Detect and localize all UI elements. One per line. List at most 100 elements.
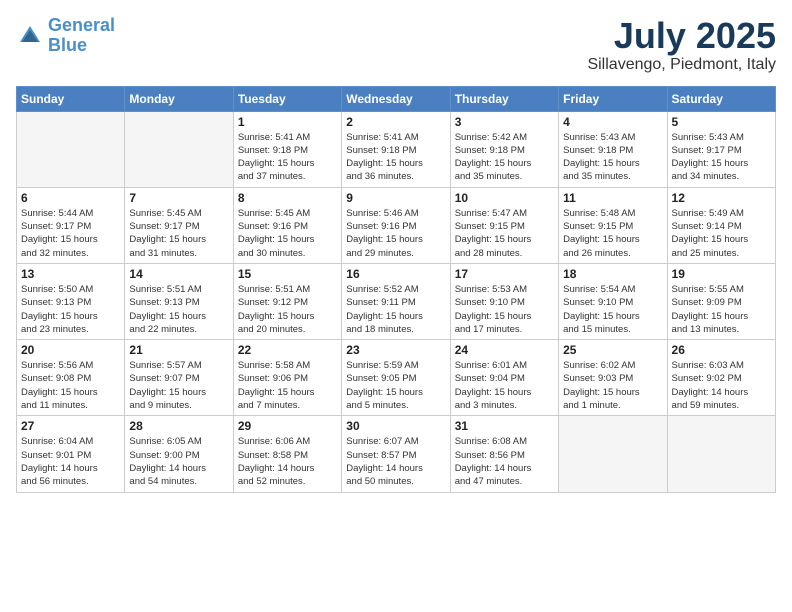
day-number: 27 (21, 419, 120, 433)
day-number: 11 (563, 191, 662, 205)
day-info: Sunrise: 5:47 AM Sunset: 9:15 PM Dayligh… (455, 207, 554, 260)
calendar-cell: 17Sunrise: 5:53 AM Sunset: 9:10 PM Dayli… (450, 263, 558, 339)
day-info: Sunrise: 5:51 AM Sunset: 9:12 PM Dayligh… (238, 283, 337, 336)
day-number: 1 (238, 115, 337, 129)
calendar-week-row: 13 Sunrise: 5:50 AM Sunset: 9:13 PM Dayli… (17, 263, 776, 339)
page: General Blue July 2025 Sillavengo, Piedm… (0, 0, 792, 509)
calendar-cell: 20 Sunrise: 5:56 AM Sunset: 9:08 PM Dayli… (17, 340, 125, 416)
day-number: 14 (129, 267, 228, 281)
calendar-cell: 5Sunrise: 5:43 AM Sunset: 9:17 PM Daylig… (667, 111, 775, 187)
day-info: Sunrise: 6:05 AM Sunset: 9:00 PM Dayligh… (129, 435, 228, 488)
title-block: July 2025 Sillavengo, Piedmont, Italy (587, 16, 776, 74)
day-number: 20 (21, 343, 120, 357)
calendar-cell: 15 Sunrise: 5:51 AM Sunset: 9:12 PM Dayli… (233, 263, 341, 339)
calendar-cell: 2 Sunrise: 5:41 AM Sunset: 9:18 PM Daylig… (342, 111, 450, 187)
calendar-cell (559, 416, 667, 492)
calendar-cell: 28 Sunrise: 6:05 AM Sunset: 9:00 PM Dayli… (125, 416, 233, 492)
day-number: 8 (238, 191, 337, 205)
calendar-cell: 23 Sunrise: 5:59 AM Sunset: 9:05 PM Dayli… (342, 340, 450, 416)
day-number: 31 (455, 419, 554, 433)
calendar-cell: 19 Sunrise: 5:55 AM Sunset: 9:09 PM Dayli… (667, 263, 775, 339)
day-info: Sunrise: 5:41 AM Sunset: 9:18 PM Dayligh… (346, 131, 445, 184)
calendar-cell: 7Sunrise: 5:45 AM Sunset: 9:17 PM Daylig… (125, 187, 233, 263)
day-info: Sunrise: 5:55 AM Sunset: 9:09 PM Dayligh… (672, 283, 771, 336)
day-number: 22 (238, 343, 337, 357)
calendar-cell: 6 Sunrise: 5:44 AM Sunset: 9:17 PM Daylig… (17, 187, 125, 263)
weekday-header: Wednesday (342, 86, 450, 111)
day-number: 9 (346, 191, 445, 205)
weekday-header: Saturday (667, 86, 775, 111)
calendar-cell: 8Sunrise: 5:45 AM Sunset: 9:16 PM Daylig… (233, 187, 341, 263)
calendar-cell: 27 Sunrise: 6:04 AM Sunset: 9:01 PM Dayli… (17, 416, 125, 492)
day-info: Sunrise: 5:58 AM Sunset: 9:06 PM Dayligh… (238, 359, 337, 412)
calendar-header-row: SundayMondayTuesdayWednesdayThursdayFrid… (17, 86, 776, 111)
day-number: 21 (129, 343, 228, 357)
calendar-cell: 10 Sunrise: 5:47 AM Sunset: 9:15 PM Dayli… (450, 187, 558, 263)
month-title: July 2025 (587, 16, 776, 56)
day-number: 2 (346, 115, 445, 129)
day-number: 3 (455, 115, 554, 129)
location: Sillavengo, Piedmont, Italy (587, 56, 776, 74)
calendar-week-row: 6 Sunrise: 5:44 AM Sunset: 9:17 PM Daylig… (17, 187, 776, 263)
logo-icon (16, 22, 44, 50)
day-info: Sunrise: 5:48 AM Sunset: 9:15 PM Dayligh… (563, 207, 662, 260)
logo-text: General Blue (48, 16, 115, 56)
day-info: Sunrise: 5:49 AM Sunset: 9:14 PM Dayligh… (672, 207, 771, 260)
day-info: Sunrise: 5:53 AM Sunset: 9:10 PM Dayligh… (455, 283, 554, 336)
day-number: 26 (672, 343, 771, 357)
calendar-cell (17, 111, 125, 187)
day-number: 16 (346, 267, 445, 281)
day-info: Sunrise: 5:59 AM Sunset: 9:05 PM Dayligh… (346, 359, 445, 412)
day-info: Sunrise: 5:52 AM Sunset: 9:11 PM Dayligh… (346, 283, 445, 336)
day-number: 24 (455, 343, 554, 357)
logo-line1: General (48, 15, 115, 35)
day-number: 6 (21, 191, 120, 205)
day-number: 18 (563, 267, 662, 281)
day-info: Sunrise: 6:02 AM Sunset: 9:03 PM Dayligh… (563, 359, 662, 412)
weekday-header: Thursday (450, 86, 558, 111)
day-number: 29 (238, 419, 337, 433)
day-number: 25 (563, 343, 662, 357)
day-info: Sunrise: 5:56 AM Sunset: 9:08 PM Dayligh… (21, 359, 120, 412)
day-number: 28 (129, 419, 228, 433)
weekday-header: Monday (125, 86, 233, 111)
calendar-cell: 24 Sunrise: 6:01 AM Sunset: 9:04 PM Dayli… (450, 340, 558, 416)
day-info: Sunrise: 5:44 AM Sunset: 9:17 PM Dayligh… (21, 207, 120, 260)
calendar-week-row: 1 Sunrise: 5:41 AM Sunset: 9:18 PM Daylig… (17, 111, 776, 187)
day-number: 12 (672, 191, 771, 205)
day-number: 30 (346, 419, 445, 433)
calendar-cell: 12 Sunrise: 5:49 AM Sunset: 9:14 PM Dayli… (667, 187, 775, 263)
day-number: 15 (238, 267, 337, 281)
calendar-cell: 30 Sunrise: 6:07 AM Sunset: 8:57 PM Dayli… (342, 416, 450, 492)
day-info: Sunrise: 6:03 AM Sunset: 9:02 PM Dayligh… (672, 359, 771, 412)
calendar-cell: 29Sunrise: 6:06 AM Sunset: 8:58 PM Dayli… (233, 416, 341, 492)
day-info: Sunrise: 5:57 AM Sunset: 9:07 PM Dayligh… (129, 359, 228, 412)
day-info: Sunrise: 5:42 AM Sunset: 9:18 PM Dayligh… (455, 131, 554, 184)
calendar-cell: 1Sunrise: 5:41 AM Sunset: 9:18 PM Daylig… (233, 111, 341, 187)
day-number: 4 (563, 115, 662, 129)
day-number: 23 (346, 343, 445, 357)
day-number: 13 (21, 267, 120, 281)
weekday-header: Friday (559, 86, 667, 111)
logo: General Blue (16, 16, 115, 56)
day-info: Sunrise: 5:50 AM Sunset: 9:13 PM Dayligh… (21, 283, 120, 336)
calendar-cell: 31 Sunrise: 6:08 AM Sunset: 8:56 PM Dayli… (450, 416, 558, 492)
calendar-cell: 4Sunrise: 5:43 AM Sunset: 9:18 PM Daylig… (559, 111, 667, 187)
day-info: Sunrise: 5:54 AM Sunset: 9:10 PM Dayligh… (563, 283, 662, 336)
calendar-cell: 18 Sunrise: 5:54 AM Sunset: 9:10 PM Dayli… (559, 263, 667, 339)
calendar-cell: 22 Sunrise: 5:58 AM Sunset: 9:06 PM Dayli… (233, 340, 341, 416)
calendar-week-row: 27 Sunrise: 6:04 AM Sunset: 9:01 PM Dayli… (17, 416, 776, 492)
calendar-cell (667, 416, 775, 492)
day-number: 10 (455, 191, 554, 205)
day-info: Sunrise: 6:01 AM Sunset: 9:04 PM Dayligh… (455, 359, 554, 412)
day-number: 19 (672, 267, 771, 281)
weekday-header: Tuesday (233, 86, 341, 111)
day-info: Sunrise: 5:51 AM Sunset: 9:13 PM Dayligh… (129, 283, 228, 336)
calendar-cell: 3 Sunrise: 5:42 AM Sunset: 9:18 PM Daylig… (450, 111, 558, 187)
day-info: Sunrise: 6:07 AM Sunset: 8:57 PM Dayligh… (346, 435, 445, 488)
calendar-cell: 11 Sunrise: 5:48 AM Sunset: 9:15 PM Dayli… (559, 187, 667, 263)
calendar-cell: 14 Sunrise: 5:51 AM Sunset: 9:13 PM Dayli… (125, 263, 233, 339)
logo-line2: Blue (48, 35, 87, 55)
day-info: Sunrise: 6:08 AM Sunset: 8:56 PM Dayligh… (455, 435, 554, 488)
day-info: Sunrise: 6:04 AM Sunset: 9:01 PM Dayligh… (21, 435, 120, 488)
